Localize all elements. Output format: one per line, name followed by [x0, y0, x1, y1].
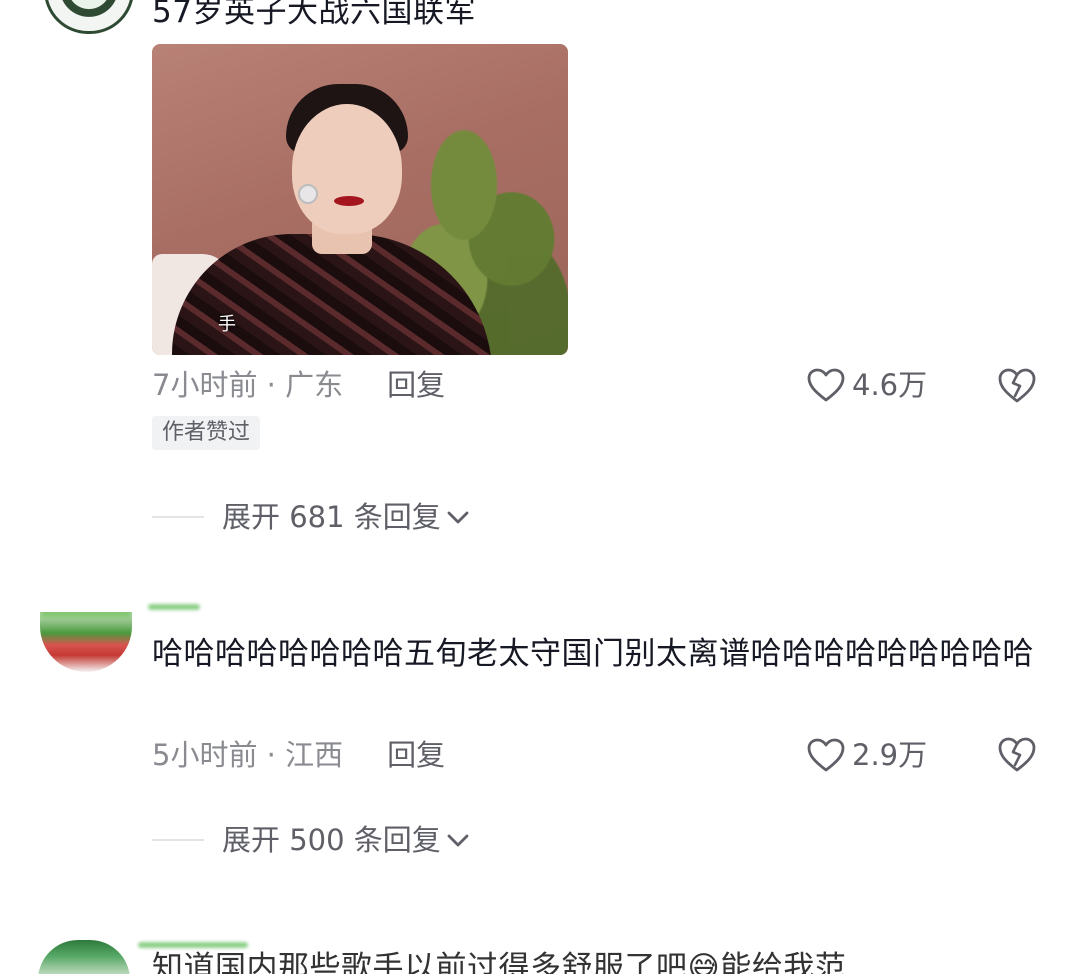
like-button[interactable]: 2.9万	[806, 737, 927, 773]
like-count: 2.9万	[852, 738, 928, 772]
image-person-face	[292, 104, 402, 234]
dislike-button[interactable]	[996, 735, 1038, 773]
broken-heart-icon	[998, 737, 1036, 772]
broken-heart-icon	[998, 368, 1036, 403]
expand-replies-label: 展开 681 条回复	[222, 500, 441, 534]
heart-outline-icon	[807, 368, 845, 402]
comment-meta: 5小时前 · 江西 回复	[152, 737, 445, 773]
chevron-down-icon	[447, 511, 469, 524]
avatar-decoration	[148, 604, 200, 610]
comment-list-page: 57岁英子大战六国联军 手 7小时前 · 广东 回复 4.6万 作者赞过 展开 6…	[0, 0, 1080, 974]
heart-outline-icon	[807, 738, 845, 772]
comment-text: 57岁英子大战六国联军	[152, 0, 476, 30]
author-liked-badge: 作者赞过	[152, 416, 261, 450]
reply-button[interactable]: 回复	[387, 368, 445, 402]
image-subtitle: 手	[218, 314, 236, 335]
chevron-down-icon	[447, 834, 469, 847]
comment-meta: 7小时前 · 广东 回复	[152, 367, 445, 403]
comment-time-location: 7小时前 · 广东	[152, 368, 344, 402]
comment-text: 哈哈哈哈哈哈哈哈五旬老太守国门别太离谱哈哈哈哈哈哈哈哈哈	[152, 636, 1034, 672]
expand-replies-button[interactable]: 展开 681 条回复	[152, 498, 471, 536]
expand-replies-button[interactable]: 展开 500 条回复	[152, 821, 471, 859]
comment-text: 知道国内那些歌手以前过得多舒服了吧😅能给我范	[152, 950, 847, 974]
divider-line	[152, 516, 204, 518]
comment-time-location: 5小时前 · 江西	[152, 738, 344, 772]
user-avatar[interactable]	[44, 0, 134, 34]
like-count: 4.6万	[852, 368, 928, 402]
image-person-lips	[334, 196, 364, 206]
comment-image[interactable]: 手	[152, 44, 568, 355]
like-button[interactable]: 4.6万	[806, 367, 927, 403]
dislike-button[interactable]	[996, 366, 1038, 404]
user-avatar[interactable]	[38, 940, 130, 974]
user-avatar[interactable]	[40, 612, 132, 672]
divider-line	[152, 839, 204, 841]
reply-button[interactable]: 回复	[387, 738, 445, 772]
image-person-earring	[298, 184, 318, 204]
expand-replies-label: 展开 500 条回复	[222, 823, 441, 857]
